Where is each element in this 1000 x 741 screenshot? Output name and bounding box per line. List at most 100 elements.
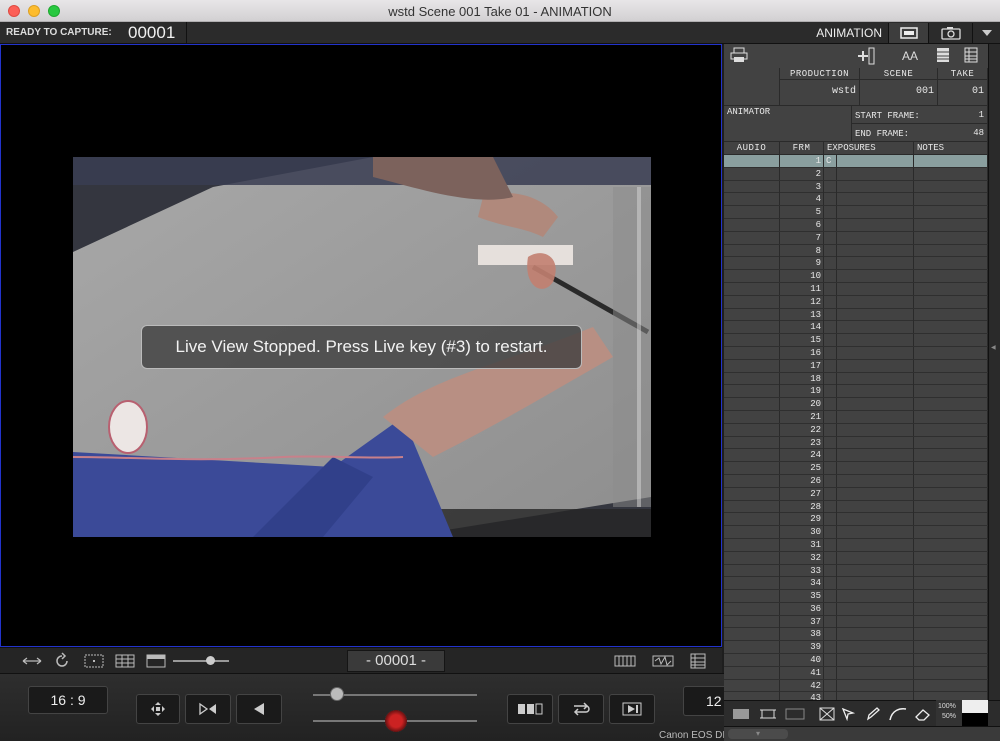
exposure-cell-2[interactable] — [837, 372, 914, 385]
exposure-cell[interactable] — [824, 308, 837, 321]
exposure-row[interactable]: 27 — [724, 487, 988, 501]
exposure-cell-2[interactable] — [837, 385, 914, 398]
exposure-row[interactable]: 25 — [724, 462, 988, 475]
audio-cell[interactable] — [724, 308, 780, 321]
audio-cell[interactable] — [724, 295, 780, 308]
audio-cell[interactable] — [724, 462, 780, 475]
exposure-cell-2[interactable] — [837, 167, 914, 180]
frame-compare-button[interactable] — [507, 694, 553, 724]
exposure-row[interactable]: 38 — [724, 628, 988, 642]
crop-tool-button[interactable] — [757, 705, 779, 723]
exposure-row[interactable]: 31 — [724, 538, 988, 552]
grid-overlay-button[interactable] — [113, 652, 137, 670]
print-button[interactable] — [730, 47, 748, 66]
navigate-button[interactable] — [136, 694, 180, 724]
audio-cell[interactable] — [724, 423, 780, 436]
exposure-cell[interactable] — [824, 334, 837, 347]
exposure-cell-2[interactable] — [837, 295, 914, 308]
exposure-cell-2[interactable] — [837, 193, 914, 206]
notes-cell[interactable] — [914, 474, 988, 487]
exposure-cell[interactable] — [824, 436, 837, 449]
exposure-cell[interactable] — [824, 679, 837, 692]
start-frame-value[interactable]: 1 — [932, 106, 988, 124]
exposure-cell-2[interactable] — [837, 398, 914, 411]
exposure-row[interactable]: 13 — [724, 308, 988, 322]
exposure-cell-2[interactable] — [837, 282, 914, 295]
exposure-cell[interactable] — [824, 359, 837, 372]
audio-cell[interactable] — [724, 487, 780, 500]
exposure-cell-2[interactable] — [837, 538, 914, 551]
exposure-row[interactable]: 15 — [724, 334, 988, 347]
live-mix-knob[interactable] — [385, 710, 407, 732]
font-size-button[interactable]: AA — [902, 49, 918, 63]
notes-cell[interactable] — [914, 346, 988, 359]
exposure-cell[interactable] — [824, 692, 837, 700]
exposure-row[interactable]: 10 — [724, 270, 988, 283]
audio-cell[interactable] — [724, 410, 780, 423]
exposure-cell[interactable] — [824, 423, 837, 436]
live-view-viewport[interactable]: Live View Stopped. Press Live key (#3) t… — [0, 44, 722, 647]
step-back-button[interactable] — [236, 694, 282, 724]
audio-cell[interactable] — [724, 538, 780, 551]
notes-cell[interactable] — [914, 257, 988, 270]
exposure-cell-2[interactable] — [837, 526, 914, 539]
audio-cell[interactable] — [724, 321, 780, 334]
exposure-cell[interactable] — [824, 282, 837, 295]
play-button[interactable] — [609, 694, 655, 724]
notes-cell[interactable] — [914, 602, 988, 615]
monitor-view-button[interactable] — [888, 23, 928, 43]
exposure-row[interactable]: 19 — [724, 385, 988, 399]
exposure-row[interactable]: 37 — [724, 615, 988, 629]
exposure-cell[interactable] — [824, 270, 837, 283]
pencil-tool-button[interactable] — [862, 705, 884, 723]
exposure-cell-2[interactable] — [837, 500, 914, 513]
exposure-cell[interactable] — [824, 449, 837, 462]
exposure-cell-2[interactable] — [837, 308, 914, 321]
audio-cell[interactable] — [724, 244, 780, 257]
add-frame-button[interactable] — [856, 47, 876, 68]
exposure-cell-2[interactable] — [837, 487, 914, 500]
notes-cell[interactable] — [914, 295, 988, 308]
exposure-row[interactable]: 41 — [724, 666, 988, 680]
exposure-row[interactable]: 18 — [724, 372, 988, 386]
notes-cell[interactable] — [914, 666, 988, 679]
aspect-ratio-select[interactable]: 16 : 9 — [28, 686, 108, 714]
notes-cell[interactable] — [914, 167, 988, 180]
exposure-cell-2[interactable] — [837, 244, 914, 257]
notes-cell[interactable] — [914, 462, 988, 475]
notes-cell[interactable] — [914, 564, 988, 577]
notes-cell[interactable] — [914, 308, 988, 321]
exposure-cell-2[interactable] — [837, 513, 914, 526]
exposure-cell-2[interactable] — [837, 155, 914, 167]
audio-cell[interactable] — [724, 436, 780, 449]
notes-cell[interactable] — [914, 551, 988, 564]
exposure-cell-2[interactable] — [837, 641, 914, 654]
exposure-cell-2[interactable] — [837, 334, 914, 347]
exposure-cell-2[interactable] — [837, 577, 914, 590]
notes-cell[interactable] — [914, 628, 988, 641]
exposure-cell[interactable] — [824, 462, 837, 475]
exposure-cell-2[interactable] — [837, 231, 914, 244]
notes-cell[interactable] — [914, 513, 988, 526]
exposure-cell[interactable] — [824, 551, 837, 564]
notes-cell[interactable] — [914, 385, 988, 398]
exposure-cell[interactable] — [824, 295, 837, 308]
notes-cell[interactable] — [914, 180, 988, 193]
audio-cell[interactable] — [724, 449, 780, 462]
exposure-cell-2[interactable] — [837, 359, 914, 372]
exposure-cell-2[interactable] — [837, 462, 914, 475]
audio-cell[interactable] — [724, 282, 780, 295]
exposure-cell-2[interactable] — [837, 270, 914, 283]
exposure-cell-2[interactable] — [837, 551, 914, 564]
exposure-row[interactable]: 42 — [724, 679, 988, 693]
audio-cell[interactable] — [724, 334, 780, 347]
sheet-horizontal-scrollbar[interactable]: ▾ — [724, 726, 1000, 741]
take-value[interactable]: 01 — [938, 80, 988, 106]
rotate-button[interactable] — [50, 652, 74, 670]
exposure-cell[interactable] — [824, 666, 837, 679]
image-tool-button[interactable] — [730, 705, 752, 723]
safe-area-button[interactable] — [82, 652, 106, 670]
notes-cell[interactable] — [914, 577, 988, 590]
audio-cell[interactable] — [724, 577, 780, 590]
exposure-row[interactable]: 9 — [724, 257, 988, 271]
